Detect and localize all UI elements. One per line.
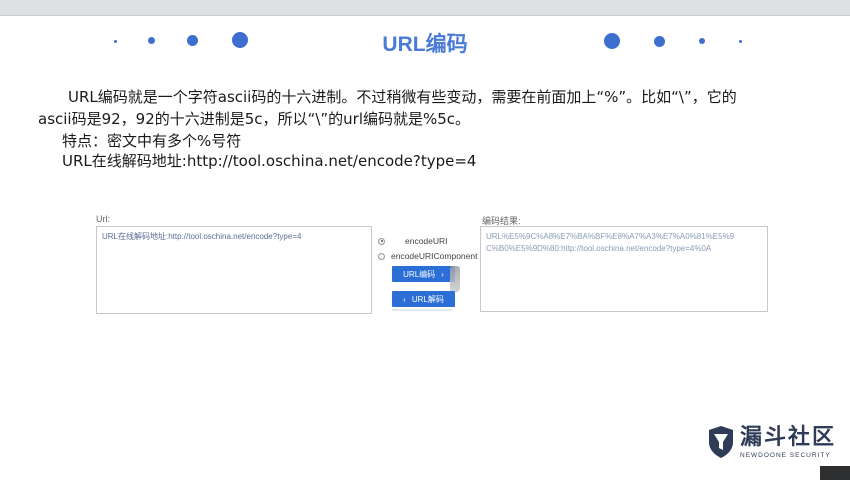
decor-dot (114, 40, 117, 43)
result-line: C%B0%E5%9D%80:http://tool.oschina.net/en… (486, 244, 712, 253)
description-paragraph: URL编码就是一个字符ascii码的十六进制。不过稍微有些变动，需要在前面加上“… (38, 86, 818, 130)
decor-dot (604, 33, 620, 49)
decor-dot (148, 37, 155, 44)
radio-dot[interactable] (378, 237, 385, 245)
divider (392, 309, 452, 311)
decor-dot (187, 35, 198, 46)
result-line: URL%E5%9C%A8%E7%BA%BF%E8%A7%A3%E7%A0%81%… (486, 232, 735, 241)
slide-title: URL编码 (360, 28, 490, 58)
online-decoder-text: URL在线解码地址:http://tool.oschina.net/encode… (62, 152, 477, 170)
radio-encodeuri[interactable]: encodeURI (378, 236, 448, 246)
corner-block (820, 466, 850, 480)
url-decode-button[interactable]: ‹ URL解码 (392, 291, 455, 307)
decor-dot (654, 36, 665, 47)
feature-text: 特点：密文中有多个%号符 (62, 132, 242, 150)
title-en: URL (382, 33, 426, 56)
funnel-shield-icon (709, 426, 733, 458)
decor-dot (232, 32, 248, 48)
result-output[interactable]: URL%E5%9C%A8%E7%BA%BF%E8%A7%A3%E7%A0%81%… (480, 226, 768, 312)
cursor-icon (450, 266, 460, 292)
url-label: Url: (96, 214, 110, 224)
decode-button-label: URL解码 (411, 294, 444, 304)
decor-dot (739, 40, 742, 43)
chevron-left-icon: ‹ (403, 294, 406, 304)
url-encode-button[interactable]: URL编码 › (392, 266, 455, 282)
brand-logo: 漏斗社区 NEWDOONE SECURITY (708, 425, 836, 459)
title-cn: 编码 (425, 32, 468, 56)
chevron-right-icon: › (441, 269, 444, 279)
encode-button-label: URL编码 (403, 269, 436, 279)
radio-label: encodeURIComponent (391, 251, 478, 261)
decor-dot (699, 38, 705, 44)
logo-cn: 漏斗社区 (740, 424, 837, 450)
radio-label: encodeURI (405, 236, 448, 246)
paragraph-line: URL编码就是一个字符ascii码的十六进制。不过稍微有些变动，需要在前面加上“… (68, 88, 737, 106)
url-input[interactable]: URL在线解码地址:http://tool.oschina.net/encode… (96, 226, 372, 314)
logo-en: NEWDOONE SECURITY (740, 451, 831, 459)
radio-dot[interactable] (378, 252, 385, 260)
radio-encodeuricomponent[interactable]: encodeURIComponent (378, 251, 477, 261)
top-bar (0, 0, 850, 16)
paragraph-line: ascii码是92，92的十六进制是5c，所以“\”的url编码就是%5c。 (38, 110, 471, 128)
